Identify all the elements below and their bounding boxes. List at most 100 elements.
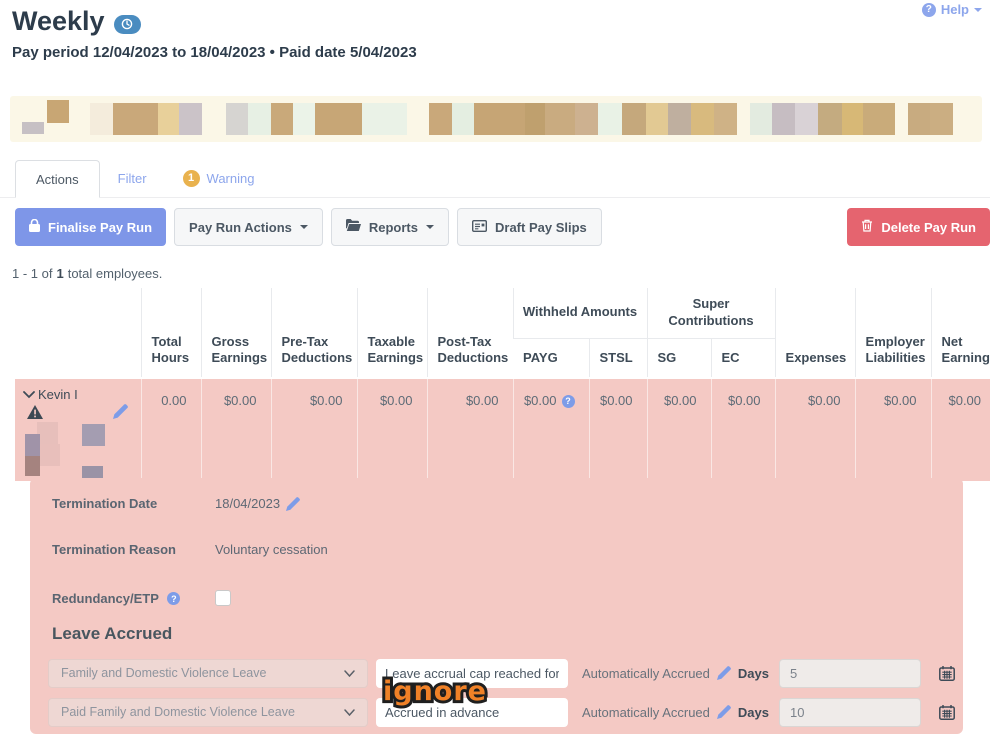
days-input (779, 659, 921, 688)
warning-count-badge: 1 (183, 170, 200, 187)
folder-icon (346, 219, 361, 235)
edit-employee-icon[interactable] (113, 404, 128, 419)
col-expenses: Expenses (775, 288, 855, 378)
redacted-block (772, 103, 795, 135)
employee-count-suffix: total employees. (68, 266, 163, 281)
edit-leave-icon[interactable] (717, 666, 731, 680)
toolbar: Finalise Pay Run Pay Run Actions Reports… (15, 208, 990, 246)
table-row: Kevin I 0.00 $0.00 $0.00 $0.00 $0.00 $0.… (15, 378, 990, 481)
cell-post-tax-deductions: $0.00 (427, 378, 513, 481)
col-ec: EC (711, 338, 775, 378)
leave-accrual-status: Automatically Accrued (582, 666, 710, 681)
leave-row: Paid Family and Domestic Violence Leave … (48, 697, 955, 727)
redacted-block (842, 103, 863, 135)
cell-ec: $0.00 (711, 378, 775, 481)
finalise-label: Finalise Pay Run (48, 220, 152, 235)
termination-reason-value: Voluntary cessation (215, 542, 328, 557)
redacted-block (293, 103, 315, 135)
redacted-block (22, 122, 44, 134)
help-menu[interactable]: ? Help (922, 2, 982, 17)
chevron-down-icon (23, 387, 35, 402)
draft-pay-slips-label: Draft Pay Slips (495, 220, 587, 235)
calendar-icon[interactable] (939, 705, 955, 720)
days-label: Days (738, 705, 769, 720)
redacted-block (452, 103, 474, 135)
payg-help-icon[interactable]: ? (562, 395, 575, 408)
employee-name: Kevin I (38, 387, 78, 402)
leave-accrual-status: Automatically Accrued (582, 705, 710, 720)
edit-termination-date-icon[interactable] (286, 497, 300, 511)
termination-date-label: Termination Date (52, 496, 215, 511)
employee-count-range: 1 - 1 of (12, 266, 52, 281)
employee-cell: Kevin I (15, 378, 141, 481)
warning-icon (27, 405, 43, 422)
redacted-block (525, 103, 545, 135)
cell-total-hours: 0.00 (141, 378, 201, 481)
redacted-block (668, 103, 691, 135)
edit-leave-icon[interactable] (717, 705, 731, 719)
redacted-block (158, 103, 179, 135)
employee-detail-panel: Termination Date 18/04/2023 Termination … (30, 478, 963, 734)
help-label: Help (941, 2, 969, 17)
cell-payg: $0.00? (513, 378, 589, 481)
col-group-super-contributions: Super Contributions (647, 288, 775, 338)
cell-net-earnings: $0.00 (931, 378, 990, 481)
lock-icon (29, 219, 40, 235)
tab-warning[interactable]: 1 Warning (165, 159, 273, 197)
leave-type-select: Family and Domestic Violence Leave (48, 659, 368, 688)
cell-employer-liabilities: $0.00 (855, 378, 931, 481)
col-group-withheld-amounts: Withheld Amounts (513, 288, 647, 338)
cell-sg: $0.00 (647, 378, 711, 481)
redacted-block (362, 103, 407, 135)
col-sg: SG (647, 338, 711, 378)
leave-type-select: Paid Family and Domestic Violence Leave (48, 698, 368, 727)
tab-actions[interactable]: Actions (15, 160, 100, 198)
tab-warning-label: Warning (207, 171, 255, 186)
col-stsl: STSL (589, 338, 647, 378)
leave-type-value: Paid Family and Domestic Violence Leave (61, 705, 295, 719)
ignore-annotation-stamp: ignore (383, 676, 487, 707)
redacted-block (429, 103, 452, 135)
col-employer-liabilities: Employer Liabilities (855, 288, 931, 378)
redacted-block (622, 103, 646, 135)
redacted-block (226, 103, 248, 135)
redacted-block (474, 103, 525, 135)
redundancy-label: Redundancy/ETP ? (52, 591, 215, 606)
redacted-block (82, 424, 105, 446)
redacted-block (646, 103, 668, 135)
chevron-down-icon (344, 666, 355, 680)
redundancy-row: Redundancy/ETP ? (52, 590, 231, 606)
leave-accrued-title: Leave Accrued (52, 624, 172, 644)
redacted-block (25, 456, 40, 476)
redacted-block (863, 103, 895, 135)
employee-count-total: 1 (56, 266, 63, 281)
days-input (779, 698, 921, 727)
reports-button[interactable]: Reports (331, 208, 449, 246)
col-net-earnings: Net Earnings (931, 288, 990, 378)
redacted-block (795, 103, 818, 135)
redacted-banner (10, 96, 982, 142)
pay-run-actions-label: Pay Run Actions (189, 220, 292, 235)
redundancy-checkbox[interactable] (215, 590, 231, 606)
redundancy-help-icon[interactable]: ? (167, 592, 180, 605)
page-title: Weekly (12, 6, 105, 37)
redacted-block (90, 103, 113, 135)
pay-run-actions-button[interactable]: Pay Run Actions (174, 208, 323, 246)
termination-date-value: 18/04/2023 (215, 496, 280, 511)
tab-bar: Actions Filter 1 Warning (0, 160, 990, 198)
redacted-block (271, 103, 293, 135)
finalise-pay-run-button[interactable]: Finalise Pay Run (15, 208, 166, 246)
col-total-hours: Total Hours (141, 288, 201, 378)
calendar-icon[interactable] (939, 666, 955, 681)
redacted-block (818, 103, 842, 135)
col-pre-tax-deductions: Pre-Tax Deductions (271, 288, 357, 378)
delete-pay-run-button[interactable]: Delete Pay Run (847, 208, 990, 246)
draft-pay-slips-button[interactable]: Draft Pay Slips (457, 208, 602, 246)
redundancy-label-text: Redundancy/ETP (52, 591, 159, 606)
clock-icon (114, 15, 141, 34)
employee-expand-toggle[interactable]: Kevin I (23, 387, 78, 402)
redacted-block (908, 103, 930, 135)
leave-row: Family and Domestic Violence Leave Autom… (48, 658, 955, 688)
reports-label: Reports (369, 220, 418, 235)
tab-filter[interactable]: Filter (100, 159, 165, 197)
